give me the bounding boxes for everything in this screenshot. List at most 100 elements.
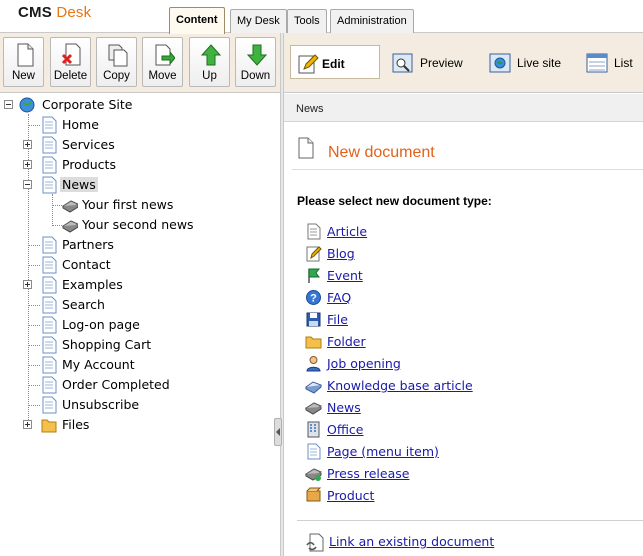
- tree-collapse-toggle[interactable]: [4, 100, 13, 109]
- tree-node[interactable]: Services: [4, 135, 264, 155]
- tree-node-label: Shopping Cart: [62, 337, 152, 352]
- page-icon: [42, 156, 57, 174]
- tree-node[interactable]: Partners: [4, 235, 264, 255]
- new-button-label: New: [11, 70, 35, 82]
- new-document-icon: [298, 137, 314, 159]
- title-divider: [292, 169, 643, 170]
- tree-connector: [28, 365, 40, 366]
- tree-node[interactable]: Files: [4, 415, 264, 435]
- news-item-icon: [62, 220, 78, 233]
- tree-node[interactable]: My Account: [4, 355, 264, 375]
- list-mode-button[interactable]: List: [586, 45, 641, 79]
- arrow-up-icon: [200, 44, 222, 66]
- tree-node-label: Examples: [62, 277, 123, 292]
- edit-pencil-icon: [298, 54, 319, 74]
- tab-my-desk[interactable]: My Desk: [230, 9, 287, 33]
- tree-connector: [52, 205, 62, 206]
- delete-button-label: Delete: [53, 70, 88, 82]
- svg-text:?: ?: [310, 293, 317, 305]
- document-type-link[interactable]: Page (menu item): [327, 444, 439, 459]
- tree-node-label: Log-on page: [62, 317, 140, 332]
- tree-node-label: Search: [62, 297, 105, 312]
- new-button[interactable]: New: [3, 37, 44, 87]
- document-type-link[interactable]: File: [327, 312, 348, 327]
- document-type-link[interactable]: Press release: [327, 466, 409, 481]
- document-type-link[interactable]: Blog: [327, 246, 355, 261]
- job-opening-icon: [306, 356, 321, 372]
- press-release-icon: [305, 468, 322, 481]
- folder-icon: [41, 419, 57, 433]
- up-button[interactable]: Up: [189, 37, 230, 87]
- tree-node[interactable]: News: [4, 175, 264, 195]
- delete-document-icon: [61, 43, 81, 66]
- tree-collapse-toggle[interactable]: [23, 180, 32, 189]
- tree-node[interactable]: Log-on page: [4, 315, 264, 335]
- tree-expand-toggle[interactable]: [23, 280, 32, 289]
- tree-node-label: Home: [62, 117, 99, 132]
- tree-node[interactable]: Order Completed: [4, 375, 264, 395]
- tree-child-node[interactable]: Your first news: [4, 195, 264, 215]
- page-icon: [42, 116, 57, 134]
- tree-node[interactable]: Products: [4, 155, 264, 175]
- faq-icon: ?: [306, 290, 321, 305]
- collapse-tree-handle[interactable]: [274, 418, 282, 446]
- tree-connector: [52, 225, 62, 226]
- tree-expand-toggle[interactable]: [23, 140, 32, 149]
- header-bar: CMS Desk Content My Desk Tools Administr…: [0, 0, 643, 34]
- move-button[interactable]: Move: [142, 37, 183, 87]
- tree-node[interactable]: Examples: [4, 275, 264, 295]
- document-type-link[interactable]: Office: [327, 422, 364, 437]
- instruction-text: Please select new document type:: [297, 194, 492, 208]
- news-item-icon: [62, 200, 78, 213]
- tree-child-node[interactable]: Your second news: [4, 215, 264, 235]
- page-icon: [42, 356, 57, 374]
- tree-node-label: Products: [62, 157, 116, 172]
- link-document-icon: [306, 533, 324, 552]
- tree-expand-toggle[interactable]: [23, 420, 32, 429]
- office-icon: [307, 421, 320, 438]
- article-icon: [307, 223, 321, 240]
- page-icon: [42, 296, 57, 314]
- tree-node-label: Contact: [62, 257, 111, 272]
- document-type-link[interactable]: Knowledge base article: [327, 378, 473, 393]
- copy-documents-icon: [108, 44, 128, 67]
- tab-content[interactable]: Content: [169, 7, 225, 34]
- edit-mode-label: Edit: [322, 57, 345, 71]
- document-type-link[interactable]: FAQ: [327, 290, 351, 305]
- document-type-link[interactable]: Product: [327, 488, 374, 503]
- document-type-link[interactable]: Job opening: [327, 356, 401, 371]
- down-button[interactable]: Down: [235, 37, 276, 87]
- file-icon: [306, 312, 321, 327]
- tab-administration[interactable]: Administration: [330, 9, 414, 33]
- tab-tools[interactable]: Tools: [287, 9, 327, 33]
- link-existing-document-link[interactable]: Link an existing document: [329, 534, 494, 549]
- breadcrumb: News: [296, 103, 324, 115]
- tree-child-label: Your second news: [82, 217, 194, 232]
- document-type-link[interactable]: Folder: [327, 334, 366, 349]
- tree-node[interactable]: Search: [4, 295, 264, 315]
- tree-connector: [28, 245, 40, 246]
- tree-node-label: Partners: [62, 237, 114, 252]
- tree-node-label: Unsubscribe: [62, 397, 140, 412]
- tree-node[interactable]: Shopping Cart: [4, 335, 264, 355]
- tree-node[interactable]: Home: [4, 115, 264, 135]
- tree-node-label: My Account: [62, 357, 135, 372]
- tree-expand-toggle[interactable]: [23, 160, 32, 169]
- live-site-mode-button[interactable]: Live site: [489, 45, 579, 79]
- delete-button[interactable]: Delete: [50, 37, 91, 87]
- tree-node[interactable]: Contact: [4, 255, 264, 275]
- page-title: New document: [328, 144, 435, 161]
- edit-mode-button[interactable]: Edit: [290, 45, 380, 79]
- document-type-link[interactable]: Article: [327, 224, 367, 239]
- up-button-label: Up: [202, 70, 217, 82]
- preview-mode-button[interactable]: Preview: [392, 45, 477, 79]
- tree-node[interactable]: Unsubscribe: [4, 395, 264, 415]
- page-icon: [42, 136, 57, 154]
- document-type-link[interactable]: Event: [327, 268, 363, 283]
- tree-root-node[interactable]: Corporate Site: [4, 95, 204, 115]
- page-icon: [42, 236, 57, 254]
- list-view-icon: [586, 53, 608, 73]
- tree-connector: [28, 345, 40, 346]
- copy-button[interactable]: Copy: [96, 37, 137, 87]
- document-type-link[interactable]: News: [327, 400, 361, 415]
